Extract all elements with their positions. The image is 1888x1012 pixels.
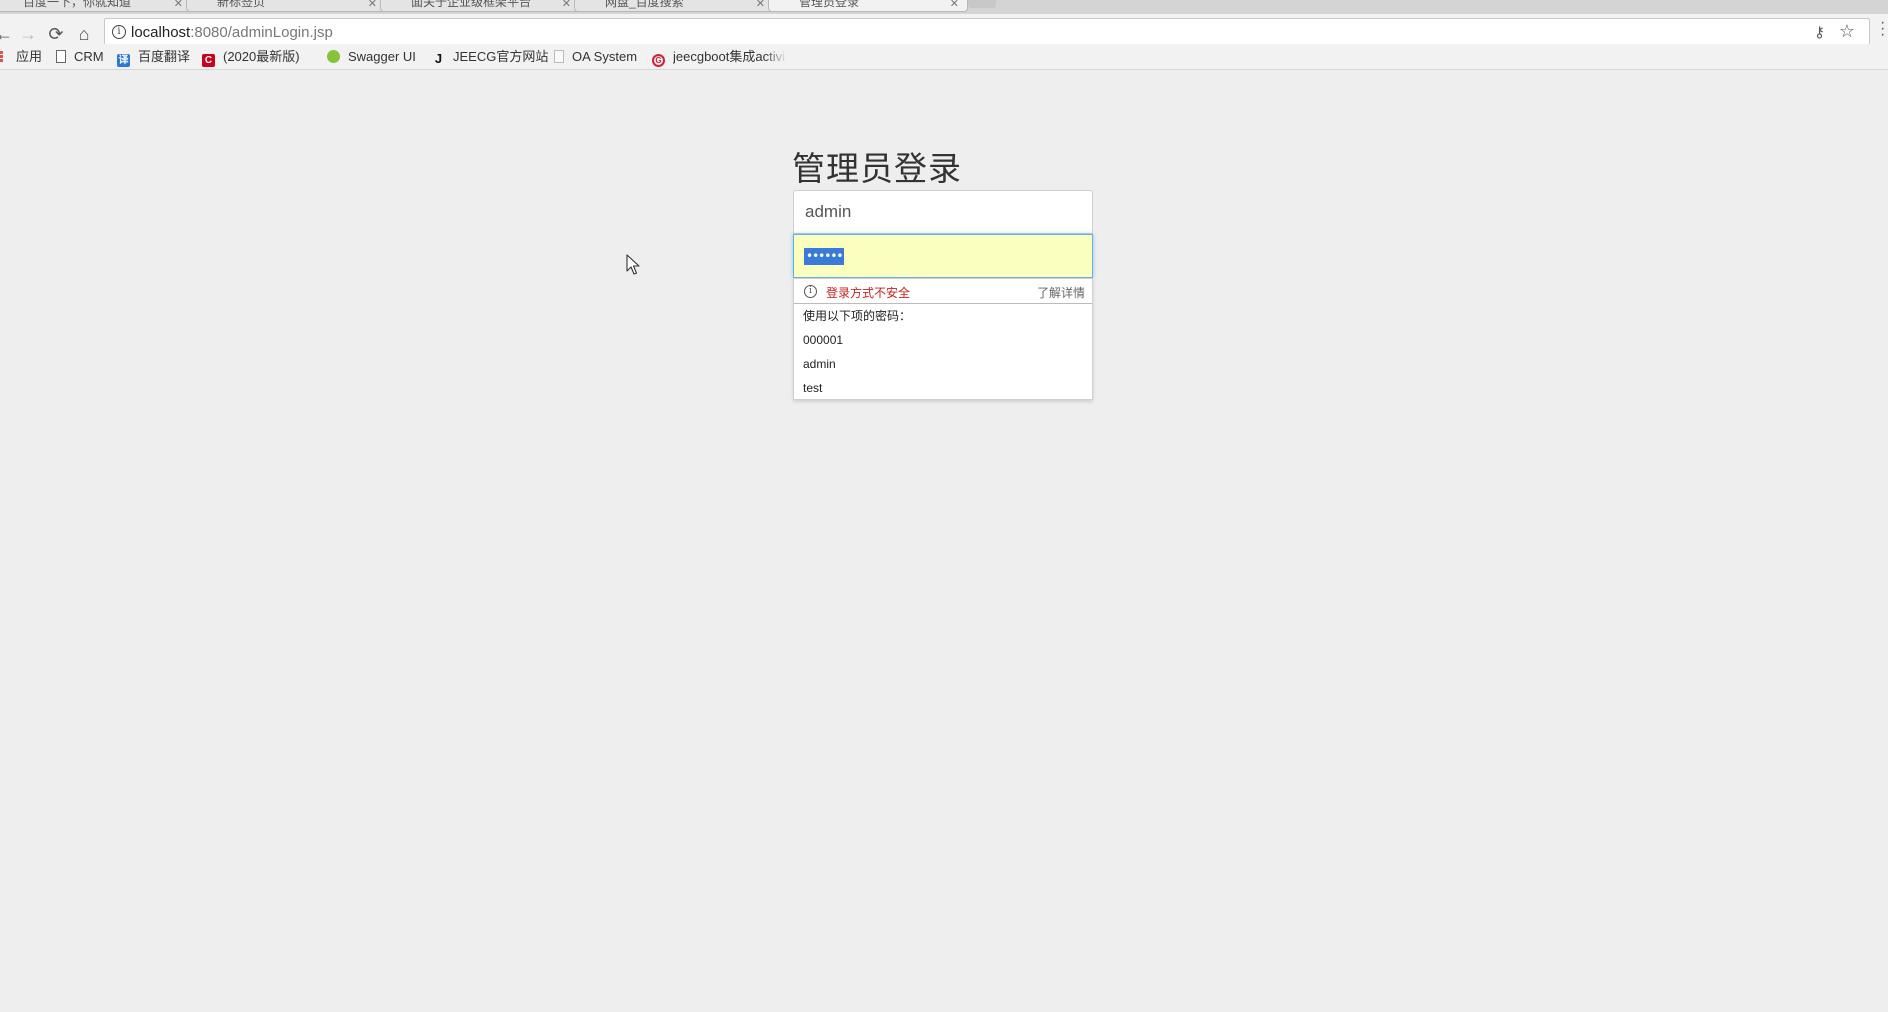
- password-input[interactable]: ••••••: [793, 234, 1093, 278]
- forward-arrow-icon[interactable]: →: [16, 22, 40, 46]
- autofill-header: 使用以下项的密码：: [803, 309, 912, 323]
- browser-tab-active[interactable]: 管理员登录 ✕: [768, 0, 968, 12]
- page-title: 管理员登录: [792, 150, 962, 187]
- close-icon[interactable]: ✕: [368, 0, 377, 11]
- bookmark-jeecgboot[interactable]: Gjeecgboot集成activi: [652, 49, 787, 67]
- document-icon: [554, 50, 564, 63]
- autofill-option[interactable]: 000001: [794, 328, 1092, 352]
- jeecg-j-icon: J: [434, 51, 443, 66]
- bookmarks-bar: 应用 CRM 译百度翻译 C (2020最新版) Swagger UI J JEEC…: [0, 44, 1888, 70]
- bookmark-baidu-translate[interactable]: 译百度翻译: [117, 49, 190, 67]
- autofill-option[interactable]: admin: [794, 352, 1092, 376]
- bookmark-crm[interactable]: CRM: [56, 49, 104, 65]
- c-logo-icon: C: [202, 54, 215, 67]
- close-icon[interactable]: ✕: [756, 0, 765, 11]
- url-text: localhost:8080/adminLogin.jsp: [131, 24, 333, 41]
- new-tab-button[interactable]: [968, 0, 996, 8]
- browser-tab-4[interactable]: 网盘_百度搜索 ✕: [574, 0, 774, 12]
- apps-grid-icon: [0, 50, 8, 63]
- swagger-icon: [327, 50, 340, 63]
- reload-icon[interactable]: ⟳: [44, 22, 68, 46]
- bookmark-jeecg[interactable]: J JEECG官方网站: [432, 49, 548, 65]
- browser-tab-2[interactable]: 新标签页 ✕: [186, 0, 386, 12]
- warning-text: 登录方式不安全: [826, 286, 911, 300]
- password-autofill-dropdown: i 登录方式不安全 了解详情 使用以下项的密码： 000001 admin te…: [793, 278, 1093, 400]
- tab-label: 管理员登录: [799, 0, 860, 9]
- password-key-icon[interactable]: ⚷: [1814, 23, 1825, 41]
- tab-label: 网盘_百度搜索: [605, 0, 684, 9]
- browser-tab-3[interactable]: 面关于企业级框架平台 ✕: [380, 0, 580, 12]
- tab-label: 百度一下，你就知道: [23, 0, 132, 9]
- bookmark-apps[interactable]: 应用: [0, 49, 42, 65]
- tab-label: 新标签页: [217, 0, 266, 9]
- tab-strip: 百度一下，你就知道 ✕ 新标签页 ✕ 面关于企业级框架平台 ✕ 网盘_百度搜索 ✕ 管理…: [0, 0, 1888, 14]
- address-bar[interactable]: i localhost:8080/adminLogin.jsp ⚷ ☆: [104, 18, 1870, 46]
- mouse-cursor-icon: [626, 254, 640, 275]
- jeecg-g-icon: G: [652, 54, 665, 67]
- info-icon: i: [804, 285, 817, 298]
- baidu-translate-icon: 译: [117, 54, 130, 67]
- tab-label: 面关于企业级框架平台: [411, 0, 532, 9]
- bookmark-swagger[interactable]: Swagger UI: [327, 49, 416, 65]
- menu-dots-icon[interactable]: · · ·: [1880, 15, 1888, 43]
- insecure-login-warning: i 登录方式不安全 了解详情: [794, 279, 1092, 304]
- learn-more-link[interactable]: 了解详情: [1037, 284, 1085, 301]
- bookmark-2020[interactable]: C (2020最新版): [202, 49, 300, 67]
- autofill-option[interactable]: test: [794, 376, 1092, 400]
- document-icon: [56, 50, 66, 63]
- browser-tab-1[interactable]: 百度一下，你就知道 ✕: [0, 0, 192, 12]
- username-input[interactable]: [793, 190, 1093, 234]
- close-icon[interactable]: ✕: [562, 0, 571, 11]
- close-icon[interactable]: ✕: [950, 0, 959, 11]
- bookmark-star-icon[interactable]: ☆: [1839, 21, 1855, 42]
- password-selected-text: ••••••: [804, 248, 845, 265]
- bookmark-oa-system[interactable]: OA System: [554, 49, 637, 65]
- back-arrow-icon[interactable]: ←: [0, 22, 16, 46]
- site-info-icon[interactable]: i: [112, 25, 126, 39]
- close-icon[interactable]: ✕: [174, 0, 183, 11]
- home-icon[interactable]: ⌂: [72, 22, 96, 46]
